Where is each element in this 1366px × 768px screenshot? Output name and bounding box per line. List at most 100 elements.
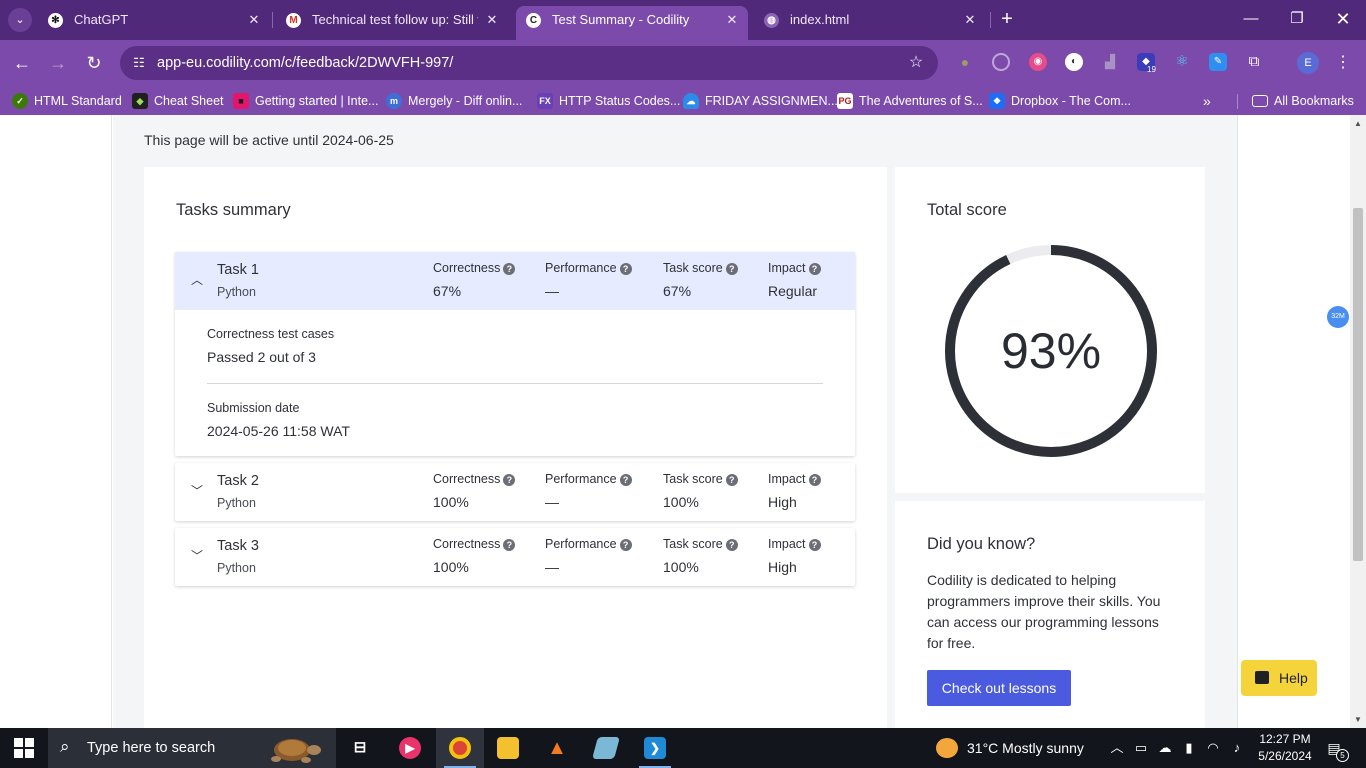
help-question-icon[interactable]: ? — [725, 539, 738, 551]
browser-menu-icon[interactable]: ⋮ — [1334, 52, 1352, 74]
whatwg-icon: ✓ — [12, 93, 28, 109]
chevron-down-icon[interactable]: ﹀ — [189, 548, 205, 564]
taskbar-chrome[interactable] — [436, 728, 484, 768]
reload-button[interactable]: ↻ — [83, 52, 105, 74]
bookmark-item[interactable]: ◆ Cheat Sheet — [132, 91, 224, 111]
clock-date: 5/26/2024 — [1258, 749, 1312, 763]
correctness-value: 100% — [433, 494, 469, 510]
scrollbar-thumb[interactable] — [1353, 208, 1363, 561]
task-header[interactable]: ︿ Task 1 Python Correctness? 67% Perform… — [175, 252, 855, 310]
all-bookmarks-button[interactable]: All Bookmarks — [1252, 91, 1354, 111]
task-score-value: 100% — [663, 559, 699, 575]
bookmark-item[interactable]: ■ Getting started | Inte... — [233, 91, 378, 111]
bookmark-label: HTTP Status Codes... — [559, 94, 681, 108]
extension-icon[interactable]: ◉ — [1029, 53, 1047, 71]
metric-label: Task score — [663, 537, 723, 551]
tab-index-html[interactable]: ◍ index.html ✕ — [754, 6, 986, 40]
bookmark-item[interactable]: ❖ Dropbox - The Com... — [989, 91, 1131, 111]
weather-widget[interactable]: 31°C Mostly sunny — [936, 728, 1084, 768]
system-clock[interactable]: 12:27 PM 5/26/2024 — [1250, 731, 1320, 765]
windows-start-icon[interactable] — [14, 738, 34, 758]
task-header[interactable]: ﹀ Task 2 Python Correctness? 100% Perfor… — [175, 463, 855, 521]
task-header[interactable]: ﹀ Task 3 Python Correctness? 100% Perfor… — [175, 528, 855, 586]
did-you-know-text: Codility is dedicated to helping program… — [927, 572, 1161, 651]
taskbar-file-explorer[interactable] — [484, 728, 532, 768]
bookmark-item[interactable]: ✓ HTML Standard — [12, 91, 122, 111]
volume-icon[interactable]: ♪ — [1228, 738, 1246, 758]
taskbar-vlc[interactable]: ▲ — [533, 728, 581, 768]
scroll-down-icon[interactable]: ▼ — [1350, 715, 1366, 724]
help-question-icon[interactable]: ? — [503, 539, 516, 551]
site-info-icon[interactable]: ☷ — [130, 54, 148, 72]
tab-search-button[interactable]: ⌄ — [8, 8, 32, 32]
close-tab-icon[interactable]: ✕ — [246, 6, 262, 34]
new-tab-button[interactable]: + — [996, 8, 1018, 30]
bookmark-item[interactable]: FX HTTP Status Codes... — [537, 91, 680, 111]
onedrive-icon[interactable]: ☁ — [1156, 738, 1174, 758]
chevron-up-icon[interactable]: ︿ — [189, 272, 205, 288]
close-tab-icon[interactable]: ✕ — [962, 6, 978, 34]
taskbar-app[interactable] — [582, 728, 630, 768]
notifications-button[interactable]: ▤ 5 — [1323, 738, 1349, 762]
close-tab-icon[interactable]: ✕ — [484, 6, 500, 34]
help-question-icon[interactable]: ? — [619, 474, 632, 486]
correctness-metric: Correctness? 100% — [433, 537, 516, 575]
show-hidden-icons[interactable]: ︿ — [1108, 738, 1126, 758]
more-bookmarks-icon[interactable]: » — [1203, 91, 1211, 111]
details-divider — [207, 383, 823, 384]
task-view-button[interactable]: ⊟ — [336, 728, 384, 768]
url-text[interactable]: app-eu.codility.com/c/feedback/2DWVFH-99… — [157, 46, 453, 80]
taskbar-search-box[interactable]: ⌕ Type here to search — [48, 728, 336, 768]
tab-gmail[interactable]: M Technical test follow up: Still wa ✕ — [276, 6, 508, 40]
gmail-icon: M — [286, 13, 301, 28]
page-scrollbar[interactable]: ▲ ▼ — [1350, 115, 1366, 728]
help-question-icon[interactable]: ? — [619, 263, 632, 275]
task-language: Python — [217, 561, 256, 575]
extensions-puzzle-icon[interactable]: ⧉ — [1245, 53, 1263, 71]
check-out-lessons-button[interactable]: Check out lessons — [927, 670, 1071, 706]
tab-codility[interactable]: C Test Summary - Codility ✕ — [516, 6, 748, 40]
profile-avatar[interactable]: E — [1297, 52, 1319, 74]
meet-now-icon[interactable]: ▭ — [1132, 738, 1150, 758]
extension-icon[interactable]: ✎ — [1209, 53, 1227, 71]
help-question-icon[interactable]: ? — [808, 474, 821, 486]
help-question-icon[interactable]: ? — [503, 474, 516, 486]
help-question-icon[interactable]: ? — [503, 263, 516, 275]
battery-icon[interactable]: ▮ — [1180, 738, 1198, 758]
bookmark-item[interactable]: m Mergely - Diff onlin... — [386, 91, 522, 111]
back-button[interactable]: ← — [11, 52, 33, 74]
bookmark-item[interactable]: PG The Adventures of S... — [837, 91, 983, 111]
forward-button[interactable]: → — [47, 52, 69, 74]
globe-icon: ◍ — [764, 13, 779, 28]
floating-extension-badge[interactable]: 32M — [1327, 306, 1349, 328]
minimize-button[interactable]: — — [1236, 8, 1266, 30]
folder-icon — [1252, 95, 1268, 107]
extension-icon[interactable]: ● — [956, 53, 974, 71]
bookmark-item[interactable]: ☁ FRIDAY ASSIGNMEN... — [683, 91, 838, 111]
taskbar-vscode[interactable]: ❯ — [631, 728, 679, 768]
bookmark-star-icon[interactable]: ☆ — [906, 53, 926, 73]
close-window-button[interactable]: ✕ — [1328, 8, 1358, 30]
tab-chatgpt[interactable]: ✻ ChatGPT ✕ — [38, 6, 270, 40]
restore-button[interactable]: ❐ — [1282, 8, 1312, 30]
wifi-icon[interactable]: ◠ — [1204, 738, 1222, 758]
address-bar[interactable]: ☷ app-eu.codility.com/c/feedback/2DWVFH-… — [120, 46, 938, 80]
extension-icon[interactable]: ◐ — [1065, 53, 1083, 71]
extension-icon[interactable] — [992, 53, 1010, 71]
bookmark-label: Mergely - Diff onlin... — [408, 94, 523, 108]
correctness-metric: Correctness? 67% — [433, 261, 516, 299]
close-tab-icon[interactable]: ✕ — [724, 6, 740, 34]
task-score-metric: Task score? 67% — [663, 261, 738, 299]
help-question-icon[interactable]: ? — [808, 263, 821, 275]
scroll-up-icon[interactable]: ▲ — [1350, 119, 1366, 128]
help-button[interactable]: Help — [1241, 660, 1317, 696]
help-question-icon[interactable]: ? — [619, 539, 632, 551]
react-devtools-icon[interactable]: ⚛ — [1173, 53, 1191, 71]
taskbar-media-app[interactable]: ▶ — [386, 728, 434, 768]
help-question-icon[interactable]: ? — [808, 539, 821, 551]
metric-label: Performance — [545, 261, 617, 275]
extension-icon[interactable]: ▟ — [1101, 53, 1119, 71]
help-question-icon[interactable]: ? — [725, 474, 738, 486]
help-question-icon[interactable]: ? — [725, 263, 738, 275]
chevron-down-icon[interactable]: ﹀ — [189, 483, 205, 499]
